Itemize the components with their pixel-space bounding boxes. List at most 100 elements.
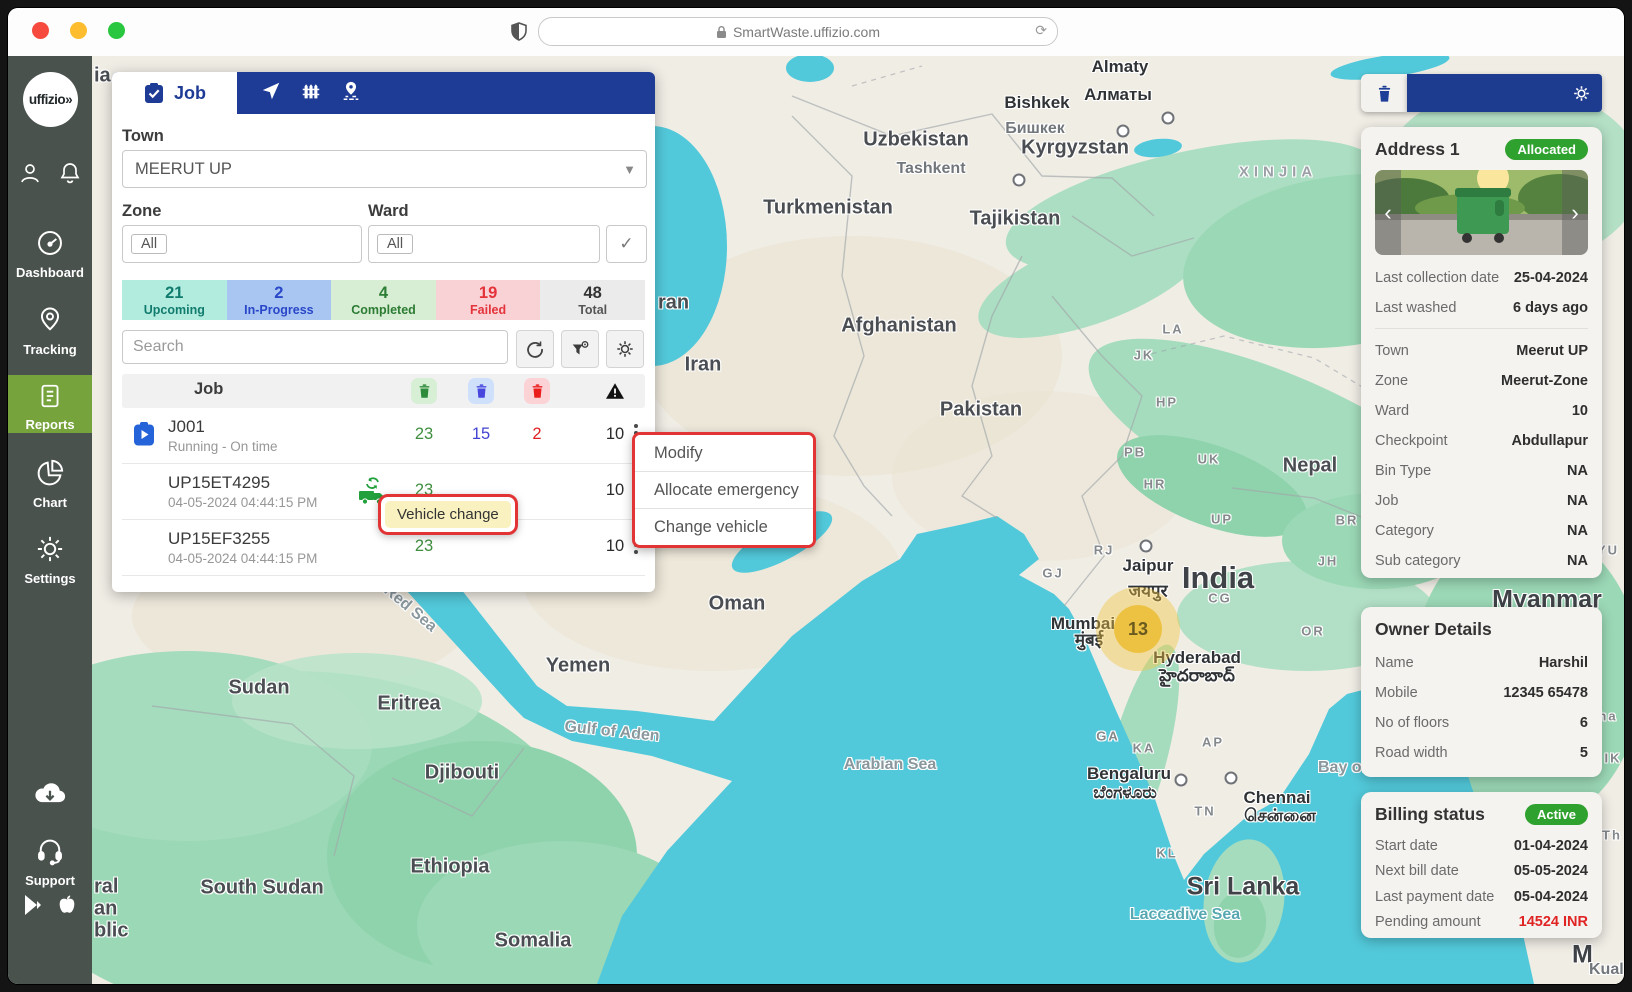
uffizio-logo[interactable]: uffizio» (23, 72, 78, 127)
context-menu-item[interactable]: Allocate emergency (635, 472, 813, 509)
notifications-bell-icon[interactable] (57, 160, 83, 191)
logo-text: uffizio» (29, 92, 72, 107)
zoom-window-button[interactable] (108, 22, 125, 39)
play-store-icon[interactable] (23, 894, 43, 916)
allocate-tool-button[interactable] (561, 330, 599, 368)
sidebar-item-dashboard[interactable]: Dashboard (8, 228, 92, 280)
blue-bin-count: 15 (472, 425, 490, 444)
tab-checkpoint-map-icon[interactable] (340, 80, 362, 107)
zone-select[interactable]: All (122, 225, 362, 263)
stat-cell[interactable]: 2 In-Progress (227, 280, 332, 320)
stat-cell[interactable]: 19 Failed (436, 280, 541, 320)
row-id: UP15EF3255 (168, 529, 270, 549)
close-window-button[interactable] (32, 22, 49, 39)
blue-bin-column-icon[interactable] (468, 378, 494, 404)
sidebar-item-tracking[interactable]: Tracking (8, 305, 92, 357)
stat-label: Completed (351, 303, 416, 317)
map-cluster-marker[interactable]: 13 (1096, 587, 1180, 671)
context-menu-item[interactable]: Modify (635, 435, 813, 472)
detail-row: Start date01-04-2024 (1375, 833, 1588, 859)
alert-count: 10 (606, 481, 624, 500)
sidebar-item-label: Tracking (8, 342, 92, 357)
town-label: Town (122, 127, 164, 146)
app-body: uffizio» Dashboard Tracking Reports (8, 56, 1624, 984)
detail-value: Abdullapur (1511, 433, 1588, 449)
detail-label: Last washed (1375, 300, 1456, 316)
apply-filter-button[interactable]: ✓ (606, 225, 647, 263)
sidebar-item-reports[interactable]: Reports (8, 375, 92, 433)
tab-navigation-icon[interactable] (260, 80, 282, 107)
row-id: UP15ET4295 (168, 473, 270, 493)
stat-label: Upcoming (144, 303, 205, 317)
sidebar-item-chart[interactable]: Chart (8, 458, 92, 510)
detail-label: Zone (1375, 373, 1408, 389)
ward-label: Ward (368, 202, 409, 221)
sidebar-item-support[interactable]: Support (8, 836, 92, 888)
job-stats-row: 21 Upcoming 2 In-Progress 4 Completed 19… (122, 280, 645, 320)
detail-value: Harshil (1539, 655, 1588, 671)
map-canvas[interactable]: UzbekistanKyrgyzstanTurkmenistanTajikist… (92, 56, 1624, 984)
apple-icon[interactable] (57, 894, 77, 916)
ward-chip[interactable]: All (377, 234, 413, 254)
vehicle-change-tooltip: Vehicle change (378, 494, 518, 535)
bin-panel-header (1361, 74, 1602, 112)
stat-value: 4 (379, 284, 388, 303)
address-bar[interactable]: SmartWaste.uffizio.com ⟳ (538, 17, 1058, 46)
detail-value: 6 days ago (1513, 300, 1588, 316)
detail-row: Last collection date25-04-2024 (1375, 263, 1588, 293)
row-status: Running - On time (168, 439, 278, 454)
row-status: 04-05-2024 04:44:15 PM (168, 495, 317, 510)
ward-select[interactable]: All (368, 225, 600, 263)
detail-row: TownMeerut UP (1375, 336, 1588, 366)
detail-row: Bin TypeNA (1375, 456, 1588, 486)
owner-details-title: Owner Details (1375, 619, 1588, 640)
detail-value: 10 (1572, 403, 1588, 419)
detail-label: Sub category (1375, 553, 1460, 569)
bin-tab[interactable] (1361, 74, 1407, 112)
detail-label: Last payment date (1375, 889, 1494, 905)
alert-column-icon[interactable] (602, 378, 628, 404)
photo-prev-arrow[interactable]: ‹ (1375, 170, 1401, 255)
zone-chip[interactable]: All (131, 234, 167, 254)
search-input[interactable] (122, 330, 508, 364)
green-bin-column-icon[interactable] (411, 378, 437, 404)
stat-cell[interactable]: 21 Upcoming (122, 280, 227, 320)
store-links[interactable] (8, 894, 92, 916)
menu-item-label: Change vehicle (654, 518, 768, 537)
photo-next-arrow[interactable]: › (1562, 170, 1588, 255)
town-select[interactable]: MEERUT UP ▼ (122, 150, 647, 188)
context-menu-item[interactable]: Change vehicle (635, 509, 813, 545)
reload-icon[interactable]: ⟳ (1035, 22, 1047, 39)
stat-cell[interactable]: 48 Total (540, 280, 645, 320)
user-icon[interactable] (17, 160, 43, 191)
refresh-icon (525, 339, 545, 359)
stat-value: 2 (274, 284, 283, 303)
tab-fence-icon[interactable] (300, 80, 322, 107)
detail-label: Mobile (1375, 685, 1418, 701)
detail-label: Ward (1375, 403, 1409, 419)
minimize-window-button[interactable] (70, 22, 87, 39)
tab-job-label: Job (174, 83, 206, 104)
detail-value: 05-05-2024 (1514, 863, 1588, 879)
bin-collection-rows: Last collection date25-04-2024 Last washe… (1375, 263, 1588, 323)
tab-job[interactable]: Job (112, 72, 237, 114)
refresh-button[interactable] (516, 330, 554, 368)
billing-status-title: Billing status (1375, 804, 1485, 825)
stat-value: 19 (479, 284, 497, 303)
detail-value: 5 (1580, 745, 1588, 761)
zone-label: Zone (122, 202, 161, 221)
sidebar-item-settings[interactable]: Settings (8, 534, 92, 586)
table-settings-button[interactable] (606, 330, 644, 368)
bin-settings-gear-icon[interactable] (1572, 84, 1591, 103)
detail-label: No of floors (1375, 715, 1449, 731)
owner-details-card: Owner Details NameHarshilMobile12345 654… (1361, 607, 1602, 777)
privacy-shield-icon[interactable] (511, 22, 527, 46)
stat-cell[interactable]: 4 Completed (331, 280, 436, 320)
window-controls[interactable] (32, 22, 125, 39)
check-icon: ✓ (619, 234, 633, 254)
bin-location-rows: TownMeerut UPZoneMeerut-ZoneWard10Checkp… (1375, 336, 1588, 576)
table-row[interactable]: J001 Running - On time 23 15 2 10 (122, 408, 645, 464)
app-download-button[interactable] (8, 778, 92, 813)
detail-row: CheckpointAbdullapur (1375, 426, 1588, 456)
red-bin-column-icon[interactable] (524, 378, 550, 404)
